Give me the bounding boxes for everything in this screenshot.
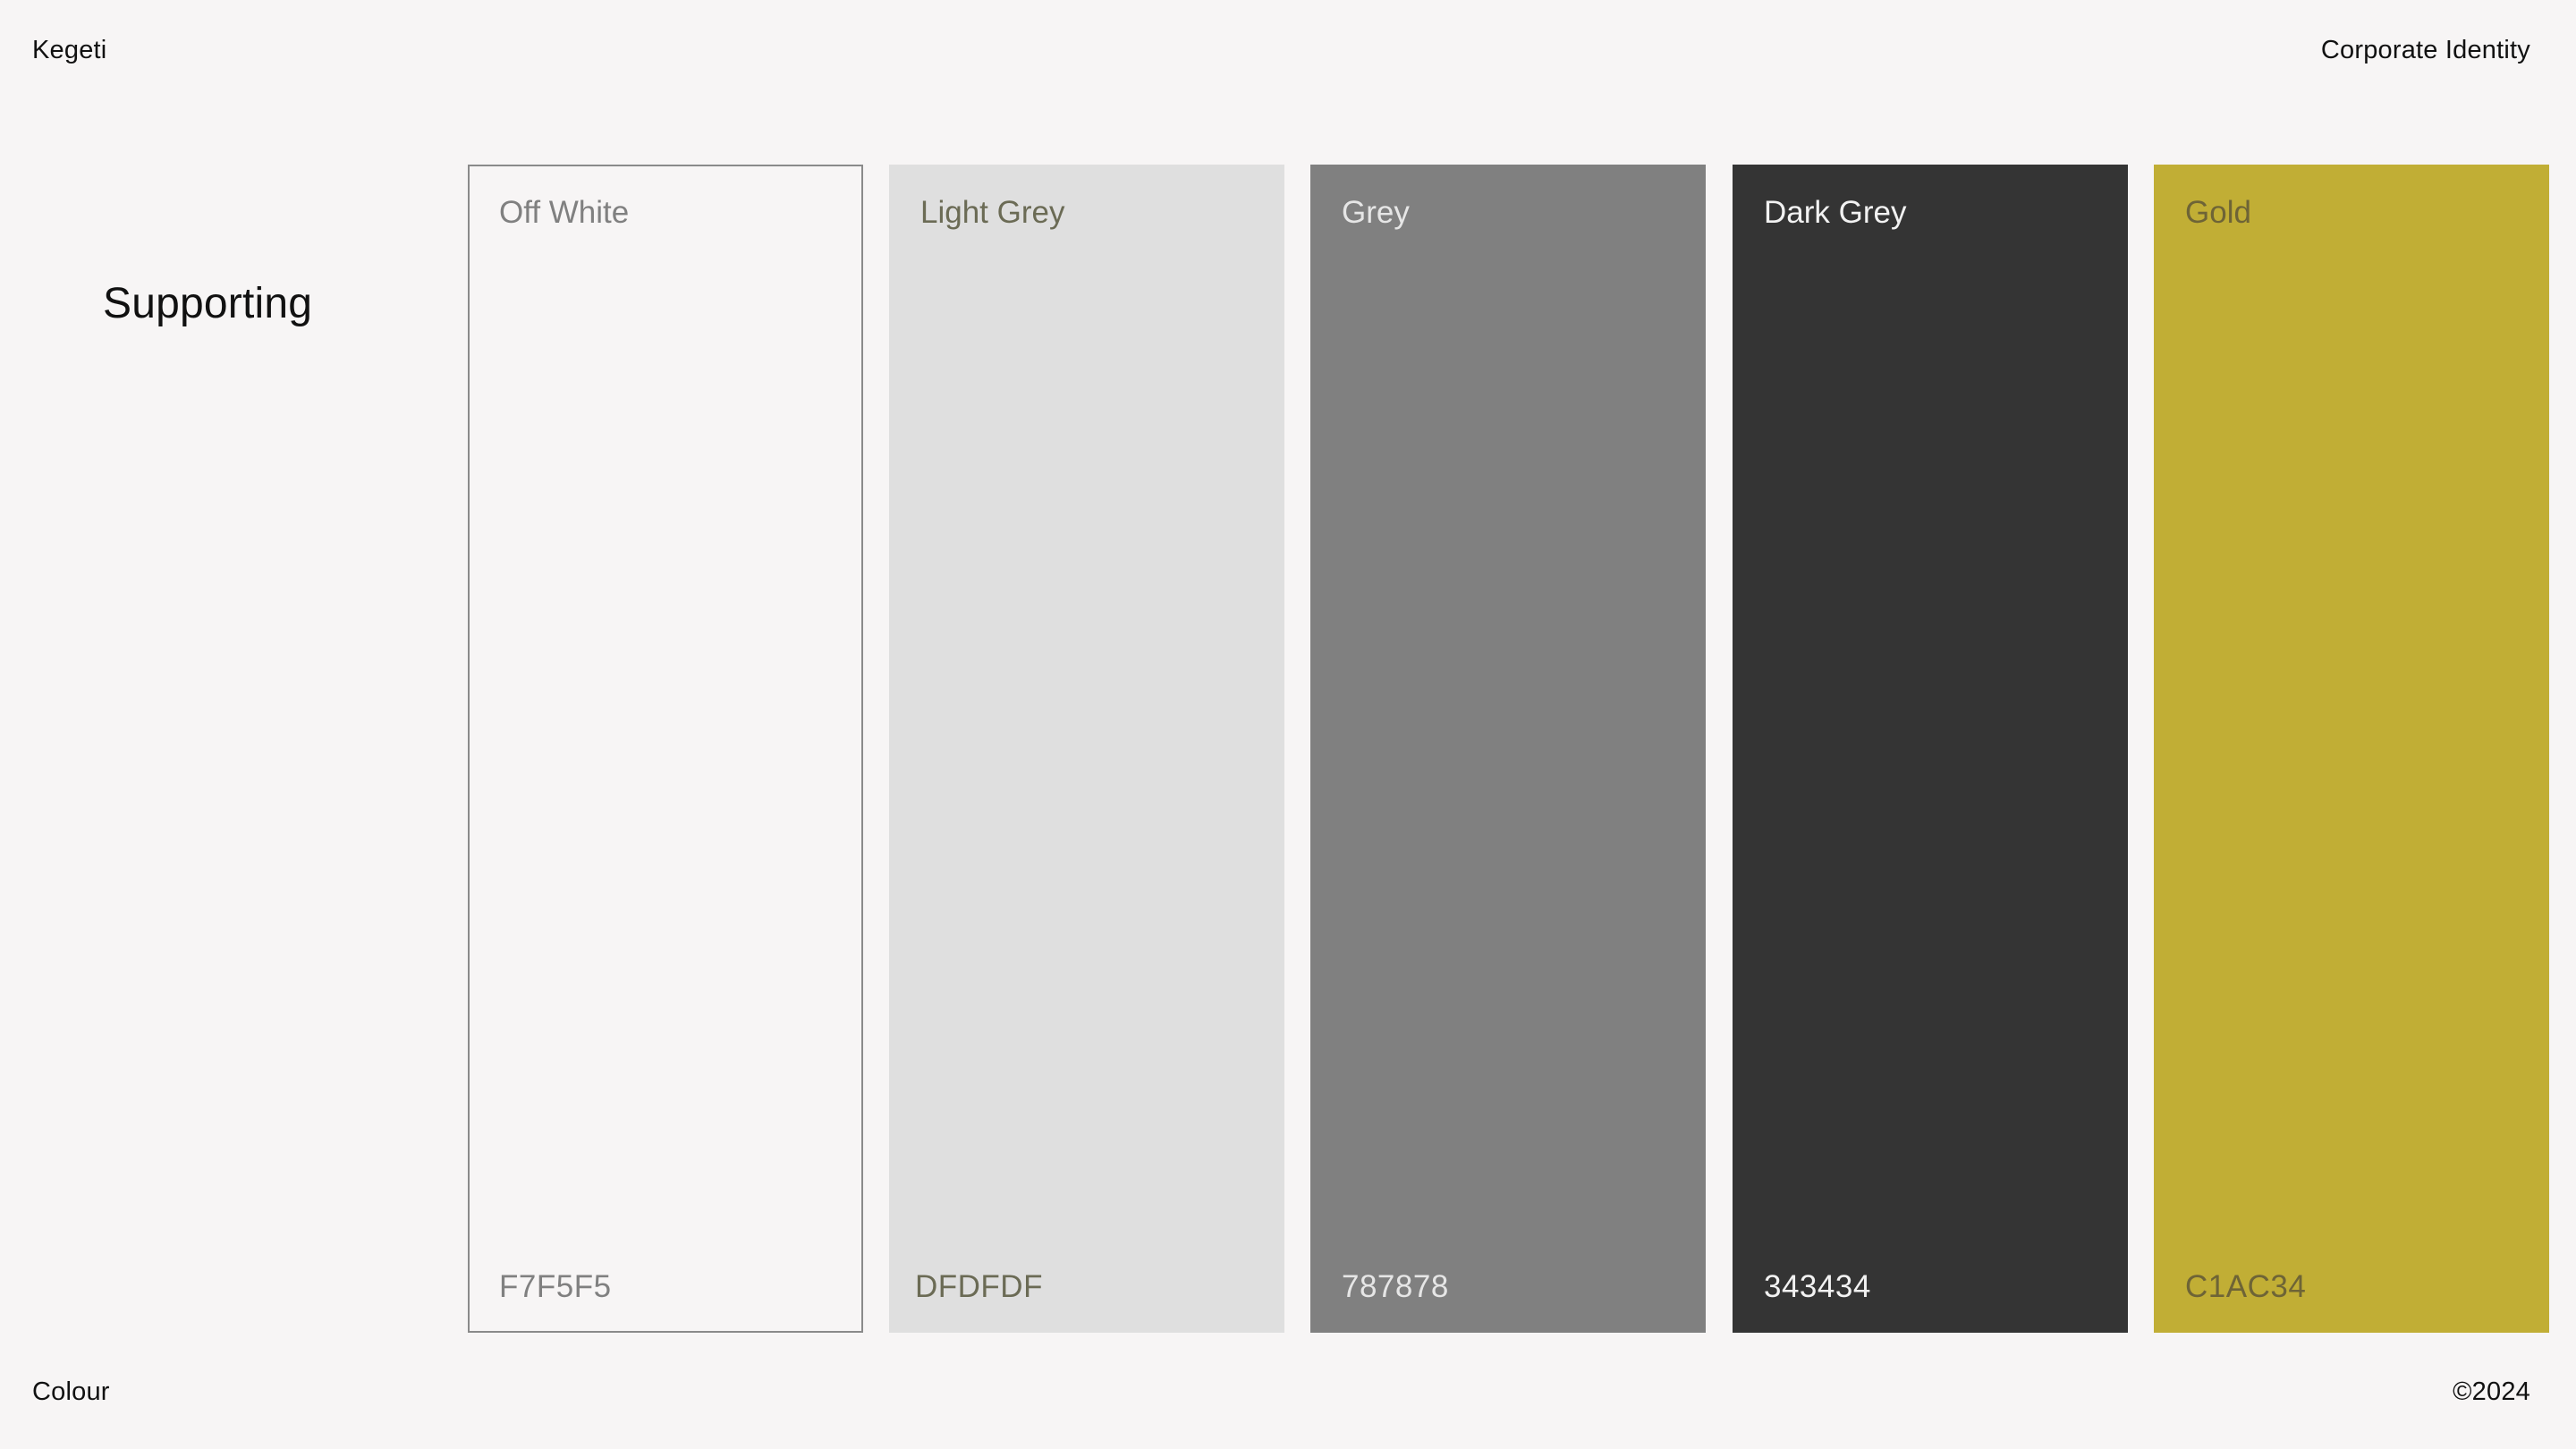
swatch-hex-code: 343434 bbox=[1764, 1269, 1871, 1304]
swatch-grey: Grey 787878 bbox=[1310, 165, 1706, 1333]
swatch-name: Light Grey bbox=[920, 195, 1065, 230]
copyright-notice: ©2024 bbox=[2453, 1377, 2530, 1406]
swatch-hex-code: DFDFDF bbox=[915, 1269, 1043, 1304]
section-label: Colour bbox=[32, 1377, 110, 1406]
swatch-name: Grey bbox=[1342, 195, 1410, 230]
swatch-name: Gold bbox=[2185, 195, 2251, 230]
section-heading: Supporting bbox=[103, 280, 313, 327]
swatch-light-grey: Light Grey DFDFDF bbox=[889, 165, 1284, 1333]
swatch-dark-grey: Dark Grey 343434 bbox=[1733, 165, 2128, 1333]
brand-name: Kegeti bbox=[32, 36, 107, 64]
swatch-off-white: Off White F7F5F5 bbox=[468, 165, 863, 1333]
swatch-name: Dark Grey bbox=[1764, 195, 1907, 230]
swatch-name: Off White bbox=[499, 195, 630, 230]
swatch-gold: Gold C1AC34 bbox=[2154, 165, 2549, 1333]
swatch-hex-code: 787878 bbox=[1342, 1269, 1449, 1304]
swatch-hex-code: C1AC34 bbox=[2185, 1269, 2307, 1304]
document-title: Corporate Identity bbox=[2320, 36, 2530, 64]
swatch-hex-code: F7F5F5 bbox=[499, 1269, 612, 1304]
